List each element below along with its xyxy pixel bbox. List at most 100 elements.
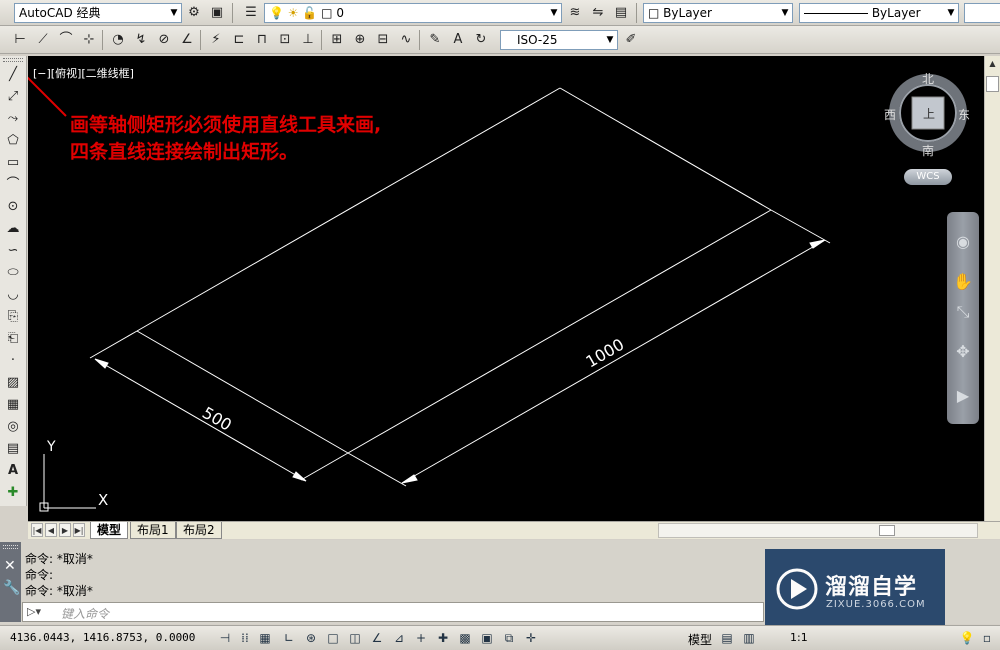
- hatch-icon[interactable]: ▨: [2, 372, 24, 393]
- 3d-object-snap-icon[interactable]: ◫: [346, 629, 364, 647]
- annotation-monitor-icon[interactable]: ✛: [522, 629, 540, 647]
- infer-constraints-icon[interactable]: ⊣: [216, 629, 234, 647]
- ordinate-dimension-icon[interactable]: ⊹: [79, 30, 99, 50]
- viewcube-south[interactable]: 南: [922, 142, 934, 159]
- arc-length-icon[interactable]: ⌒: [56, 30, 76, 50]
- orbit-icon[interactable]: ✥: [951, 340, 975, 364]
- model-space-button[interactable]: 模型: [688, 631, 712, 648]
- lightbulb-icon[interactable]: 💡: [958, 629, 976, 647]
- ortho-mode-icon[interactable]: ∟: [280, 629, 298, 647]
- add-selected-icon[interactable]: ✚: [2, 482, 24, 503]
- dimension-space-icon[interactable]: ⊡: [275, 30, 295, 50]
- gradient-icon[interactable]: ▦: [2, 394, 24, 415]
- point-icon[interactable]: ·: [2, 350, 24, 371]
- layer-state-icon[interactable]: ▤: [611, 3, 631, 23]
- aligned-dimension-icon[interactable]: ⟋: [33, 30, 53, 50]
- table-icon[interactable]: ▤: [2, 438, 24, 459]
- command-grip[interactable]: [3, 545, 18, 549]
- snap-mode-icon[interactable]: ⁞⁞: [236, 629, 254, 647]
- ellipse-arc-icon[interactable]: ◡: [2, 284, 24, 305]
- dimension-edit-icon[interactable]: ✎: [425, 30, 445, 50]
- showmotion-icon[interactable]: ▶: [951, 384, 975, 408]
- ellipse-icon[interactable]: ⬭: [2, 262, 24, 283]
- viewcube-north[interactable]: 北: [922, 70, 934, 87]
- region-icon[interactable]: ◎: [2, 416, 24, 437]
- dimension-text-edit-icon[interactable]: A: [448, 30, 468, 50]
- make-current-layer-icon[interactable]: ⇋: [588, 3, 608, 23]
- dimension-style-icon[interactable]: ✐: [621, 30, 641, 50]
- layer-manager-icon[interactable]: ☰: [241, 3, 261, 23]
- toolbar-grip[interactable]: [3, 58, 23, 62]
- angular-dimension-icon[interactable]: ∠: [177, 30, 197, 50]
- baseline-dimension-icon[interactable]: ⊏: [229, 30, 249, 50]
- quick-view-layouts-icon[interactable]: ▤: [718, 629, 736, 647]
- dimstyle-dropdown[interactable]: ISO-25 ▼: [500, 30, 618, 50]
- wrench-icon[interactable]: 🔧: [3, 580, 20, 596]
- command-input[interactable]: ▷▾ 键入命令: [22, 602, 764, 622]
- dynamic-input-icon[interactable]: +: [412, 629, 430, 647]
- prev-tab-icon[interactable]: ◀: [45, 523, 57, 537]
- pan-hand-icon[interactable]: ✋: [951, 270, 975, 294]
- lineweight-dropdown[interactable]: [964, 3, 1000, 23]
- transparency-icon[interactable]: ▩: [456, 629, 474, 647]
- line-tool-icon[interactable]: ╱: [2, 64, 24, 85]
- last-tab-icon[interactable]: ▶|: [73, 523, 85, 537]
- quick-properties-icon[interactable]: ▣: [478, 629, 496, 647]
- tab-layout2[interactable]: 布局2: [176, 522, 222, 539]
- revision-cloud-icon[interactable]: ☁: [2, 218, 24, 239]
- object-snap-tracking-icon[interactable]: ∠: [368, 629, 386, 647]
- scroll-up-icon[interactable]: ▲: [986, 57, 999, 71]
- vertical-scrollbar[interactable]: ▲: [984, 56, 1000, 521]
- polar-tracking-icon[interactable]: ⊛: [302, 629, 320, 647]
- grid-display-icon[interactable]: ▦: [256, 629, 274, 647]
- make-block-icon[interactable]: ⎗: [2, 328, 24, 349]
- clean-screen-icon[interactable]: ▫: [978, 629, 996, 647]
- annotation-scale[interactable]: 1:1: [790, 631, 808, 644]
- drawing-canvas[interactable]: [−][俯视][二维线框] 500 1000 画等轴侧矩形必须使用直线工具来画,…: [28, 56, 984, 521]
- close-icon[interactable]: ✕: [4, 558, 16, 574]
- command-prompt-icon[interactable]: ▷▾: [27, 605, 41, 618]
- linear-dimension-icon[interactable]: ⊢: [10, 30, 30, 50]
- gear-icon[interactable]: ⚙: [184, 3, 204, 23]
- wcs-menu[interactable]: WCS: [904, 169, 952, 185]
- layer-dropdown[interactable]: 💡 ☀ 🔓 □ 0 ▼: [264, 3, 562, 23]
- viewcube-east[interactable]: 东: [958, 106, 970, 123]
- horizontal-scrollbar[interactable]: [658, 523, 978, 538]
- diameter-dimension-icon[interactable]: ⊘: [154, 30, 174, 50]
- scroll-thumb[interactable]: [879, 525, 895, 536]
- tab-layout1[interactable]: 布局1: [130, 522, 176, 539]
- insert-block-icon[interactable]: ⎘: [2, 306, 24, 327]
- quick-dimension-icon[interactable]: ⚡: [206, 30, 226, 50]
- linetype-dropdown[interactable]: ByLayer ▼: [799, 3, 959, 23]
- radius-dimension-icon[interactable]: ◔: [108, 30, 128, 50]
- rectangle-icon[interactable]: ▭: [2, 152, 24, 173]
- construction-line-icon[interactable]: ⤢: [2, 86, 24, 107]
- scroll-thumb[interactable]: [986, 76, 999, 92]
- dimension-update-icon[interactable]: ↻: [471, 30, 491, 50]
- first-tab-icon[interactable]: |◀: [31, 523, 43, 537]
- spline-icon[interactable]: ∽: [2, 240, 24, 261]
- layer-previous-icon[interactable]: ≋: [565, 3, 585, 23]
- polyline-icon[interactable]: ⤳: [2, 108, 24, 129]
- next-tab-icon[interactable]: ▶: [59, 523, 71, 537]
- circle-icon[interactable]: ⊙: [2, 196, 24, 217]
- workspace-dropdown[interactable]: AutoCAD 经典 ▼: [14, 3, 182, 23]
- viewcube-face-label[interactable]: 上: [923, 105, 935, 122]
- coordinate-readout[interactable]: 4136.0443, 1416.8753, 0.0000: [10, 631, 195, 644]
- dynamic-ucs-icon[interactable]: ⊿: [390, 629, 408, 647]
- continue-dimension-icon[interactable]: ⊓: [252, 30, 272, 50]
- center-mark-icon[interactable]: ⊕: [350, 30, 370, 50]
- jogged-linear-icon[interactable]: ∿: [396, 30, 416, 50]
- lineweight-icon[interactable]: ✚: [434, 629, 452, 647]
- dimension-break-icon[interactable]: ⊥: [298, 30, 318, 50]
- arc-icon[interactable]: ⌒: [2, 174, 24, 195]
- tolerance-icon[interactable]: ⊞: [327, 30, 347, 50]
- workspace-settings-icon[interactable]: ▣: [207, 3, 227, 23]
- multiline-text-icon[interactable]: A: [2, 460, 24, 481]
- polygon-icon[interactable]: ⬠: [2, 130, 24, 151]
- quick-view-drawings-icon[interactable]: ▥: [740, 629, 758, 647]
- object-snap-icon[interactable]: □: [324, 629, 342, 647]
- steering-wheel-icon[interactable]: ◉: [951, 230, 975, 254]
- selection-cycling-icon[interactable]: ⧉: [500, 629, 518, 647]
- zoom-icon[interactable]: ⤡: [951, 300, 975, 324]
